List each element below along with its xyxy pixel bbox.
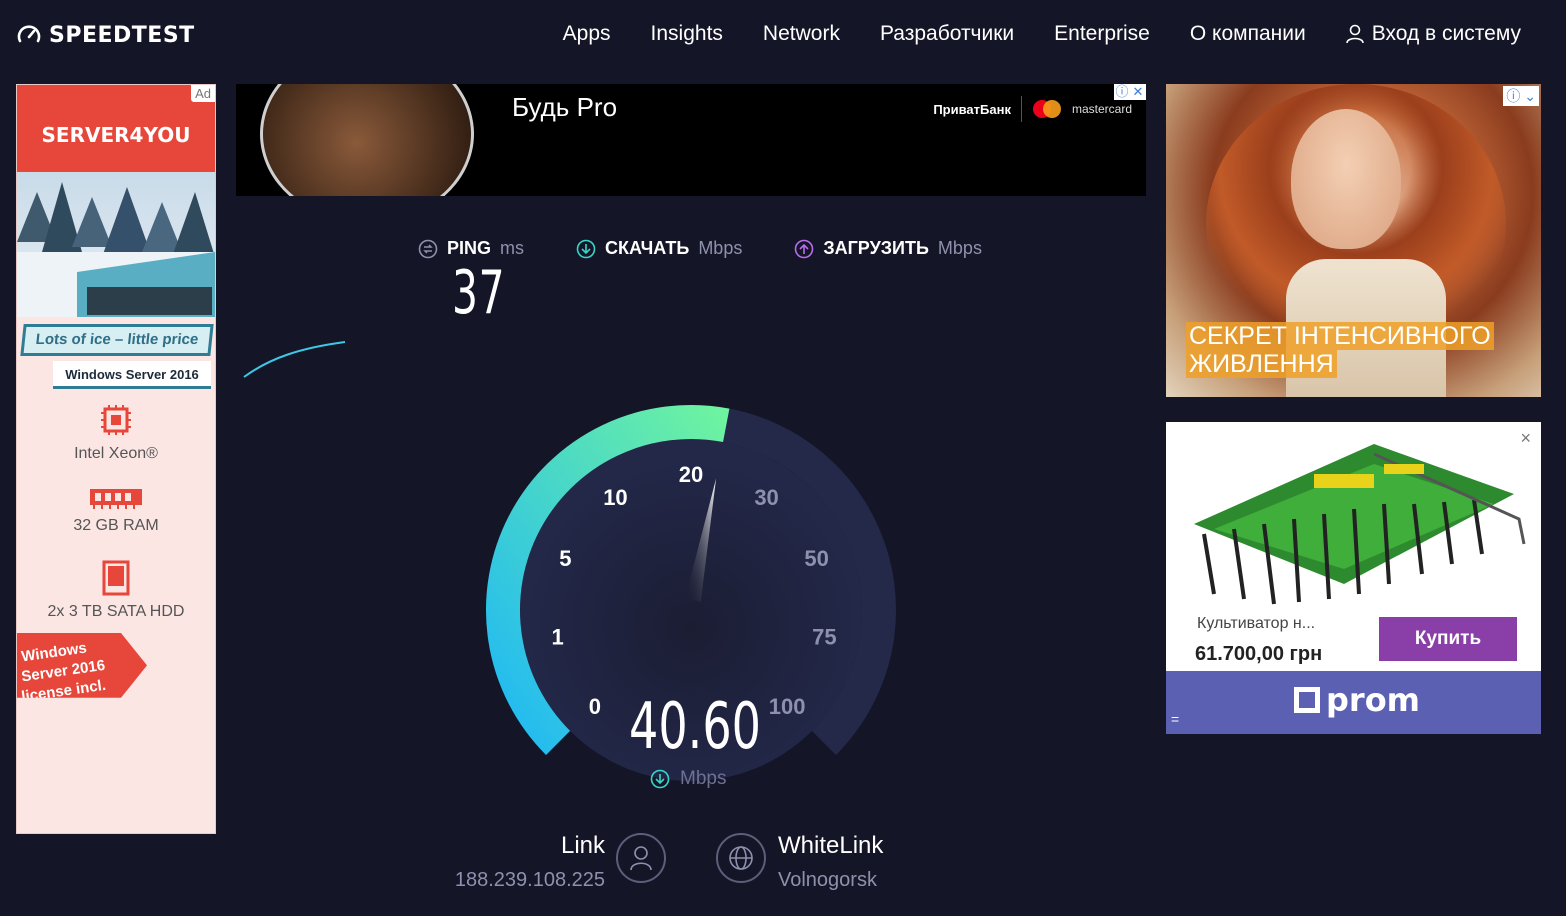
nav-enterprise[interactable]: Enterprise [1054,22,1150,46]
logo-text: SPEEDTEST [49,22,195,48]
right-ad-banner-1[interactable]: СЕКРЕТ ІНТЕНСИВНОГО ЖИВЛЕННЯ ⓘ ⌄ [1166,84,1541,397]
product-price: 61.700,00 грн [1195,643,1323,665]
buy-button[interactable]: Купить [1379,617,1517,661]
prom-logo: prom [1294,681,1420,719]
spec-cpu: Intel Xeon® [17,403,215,463]
gauge-tick-label: 5 [559,546,571,571]
menu-icon[interactable]: = [1171,711,1179,727]
login-label: Вход в систему [1371,22,1521,45]
spec-hdd: 2x 3 TB SATA HDD [17,559,215,621]
download-icon [576,239,596,258]
snow-forest-image [17,172,215,317]
isp-info: Link 188.239.108.225 [430,832,605,892]
spec-hdd-label: 2x 3 TB SATA HDD [47,603,185,620]
ad-header: Ad SERVER4YOU [17,85,215,172]
download-metric: СКАЧАТЬ Mbps [576,238,742,259]
server-location: Volnogorsk [778,869,877,891]
ad-top-brands: ПриватБанк mastercard [933,96,1132,122]
ad-close-icon[interactable]: ✕ [1130,84,1146,100]
ad-top-title: Будь Pro [512,92,618,122]
main-nav: Apps Insights Network Разработчики Enter… [523,22,1521,46]
spec-ram-label: 32 GB RAM [73,517,159,534]
ping-unit: ms [500,238,525,258]
model-face-image [1291,109,1401,249]
gauge-tick-label: 75 [812,625,836,650]
ad-info-icon[interactable]: ⓘ ⌄ [1503,86,1539,106]
server-circle-button[interactable] [716,833,766,883]
prom-bar: = prom [1166,671,1541,734]
mastercard-icon [1032,100,1061,118]
header: SPEEDTEST Apps Insights Network Разработ… [0,0,1566,72]
gauge-tick-label: 50 [804,546,828,571]
ad-top-controls: ⓘ ✕ [1114,84,1146,100]
prom-logo-text: prom [1326,681,1421,719]
ad-choices-badge[interactable]: Ad [191,85,215,102]
speed-unit-row: Mbps [650,768,726,790]
left-ad-banner[interactable]: Ad SERVER4YOU Lots of ice – little price… [16,84,216,834]
cultivator-image [1194,444,1526,605]
upload-unit: Mbps [937,238,982,258]
spec-ram: 32 GB RAM [17,485,215,535]
upload-label: ЗАГРУЗИТЬ [823,238,929,258]
nav-developers[interactable]: Разработчики [880,22,1014,46]
upload-icon [795,239,814,258]
ping-icon [418,239,438,258]
ping-value: 37 [452,258,506,328]
ad-tagline: Lots of ice – little price [20,324,214,356]
ad-info-icon[interactable]: ⓘ [1114,84,1130,100]
gauge-tick-label: 30 [754,485,778,510]
isp-name: Link [560,832,605,859]
server-name: WhiteLink [778,832,884,859]
user-circle-button[interactable] [616,833,666,883]
ad-brand: SERVER4YOU [41,123,191,147]
bank-logo: ПриватБанк [933,101,1011,117]
ad-os-label: Windows Server 2016 [53,361,211,389]
ad-r1-line2: ЖИВЛЕННЯ [1186,350,1337,378]
gauge-tick-label: 1 [551,625,563,650]
isp-ip: 188.239.108.225 [454,869,605,891]
speed-graph-line [243,341,346,378]
license-ribbon: Windows Server 2016 license incl. [17,633,147,698]
speed-unit-label: Mbps [680,768,727,789]
top-ad-banner[interactable]: Будь Pro ПриватБанк mastercard ⓘ ✕ [236,84,1146,196]
speed-value: 40.60 [629,690,761,764]
nav-about[interactable]: О компании [1190,22,1306,46]
nav-insights[interactable]: Insights [651,22,723,46]
ad-r1-text: СЕКРЕТ ІНТЕНСИВНОГО ЖИВЛЕННЯ [1186,322,1494,378]
ping-label: PING [447,238,492,258]
product-title: Культиватор н... [1197,615,1316,632]
card-brand: mastercard [1071,102,1132,116]
speedometer-icon [17,25,41,43]
ram-icon [90,489,142,509]
spec-cpu-label: Intel Xeon® [74,445,158,462]
person-icon [630,846,652,871]
ping-metric: PING ms [418,238,524,259]
brand-divider [1020,96,1022,122]
metrics-row: PING ms СКАЧАТЬ Mbps ЗАГРУЗИТЬ Mbps [418,238,1034,259]
globe-icon [729,846,753,870]
download-unit: Mbps [698,238,743,258]
upload-metric: ЗАГРУЗИТЬ Mbps [794,238,982,259]
cpu-icon [101,405,131,435]
gauge-tick-label: 20 [679,462,703,487]
user-icon [1345,24,1364,44]
nav-network[interactable]: Network [763,22,840,46]
server-info[interactable]: WhiteLink Volnogorsk [778,832,883,892]
gauge-tick-label: 10 [603,485,627,510]
hdd-icon [102,560,130,596]
speedtest-logo[interactable]: SPEEDTEST [16,22,195,48]
right-ad-banner-2[interactable]: × Культиватор н... 61.700,00 грн Купить … [1166,422,1541,734]
login-link[interactable]: Вход в систему [1345,22,1521,46]
download-small-icon [650,769,670,789]
nav-apps[interactable]: Apps [563,22,611,46]
basketball-image [260,84,474,196]
ad-r1-line1: СЕКРЕТ ІНТЕНСИВНОГО [1186,322,1494,350]
prom-square-icon [1294,687,1320,713]
download-label: СКАЧАТЬ [605,238,690,258]
